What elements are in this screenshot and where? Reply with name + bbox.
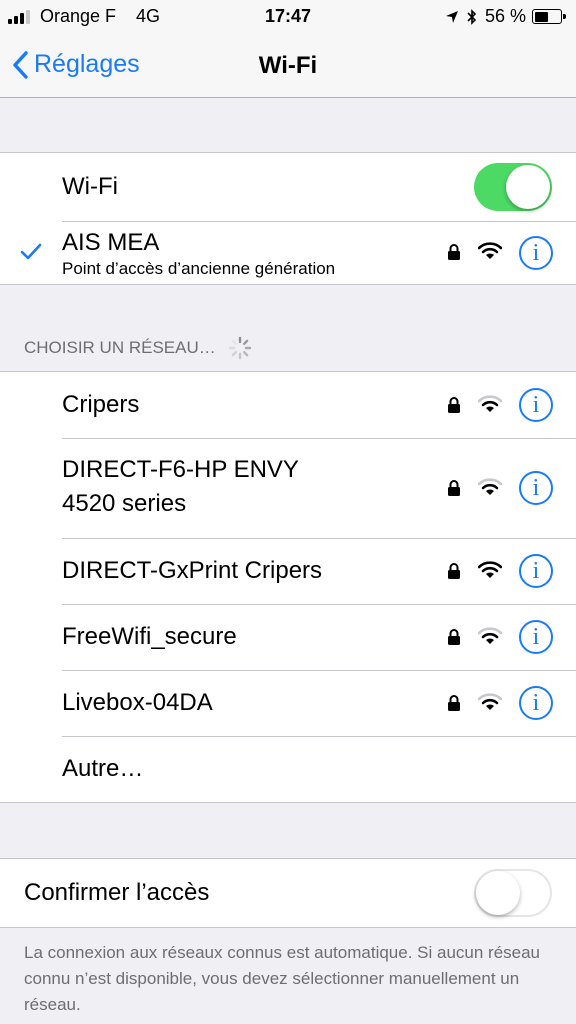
info-icon[interactable]: i [519, 554, 553, 588]
ask-to-join-row: Confirmer l’accès [0, 859, 576, 927]
wifi-toggle-row: Wi-Fi [0, 153, 576, 221]
wifi-signal-icon [478, 627, 502, 644]
other-network-label: Autre… [62, 755, 144, 782]
lock-icon [448, 244, 460, 260]
bluetooth-icon [467, 8, 477, 25]
wifi-toggle[interactable] [474, 163, 552, 211]
network-name: FreeWifi_secure [62, 623, 237, 650]
network-row-direct-f6-hp[interactable]: DIRECT-F6-HP ENVY 4520 series i [0, 438, 576, 538]
network-name-line2: 4520 series [62, 490, 187, 517]
networks-header-label: CHOISIR UN RÉSEAU… [24, 338, 216, 357]
navigation-bar: Réglages Wi-Fi [0, 34, 576, 98]
info-icon[interactable]: i [519, 686, 553, 720]
lock-icon [448, 695, 460, 711]
network-row-livebox-04da[interactable]: Livebox-04DA i [0, 670, 576, 736]
battery-percent: 56 % [484, 6, 526, 26]
wifi-signal-icon [478, 693, 502, 710]
network-row-other[interactable]: Autre… [0, 736, 576, 802]
network-name: Livebox-04DA [62, 689, 213, 716]
wifi-group: Wi-Fi AIS MEA Point d’accès d’ancienne g… [0, 152, 576, 285]
status-bar: Orange F 4G 17:47 56 % [0, 0, 576, 34]
network-row-freewifi-secure[interactable]: FreeWifi_secure i [0, 604, 576, 670]
network-row-direct-gxprint[interactable]: DIRECT-GxPrint Cripers i [0, 538, 576, 604]
wifi-signal-icon [478, 242, 502, 259]
info-icon[interactable]: i [519, 471, 553, 505]
checkmark-icon [20, 243, 42, 260]
ask-to-join-label: Confirmer l’accès [24, 879, 210, 906]
network-row-cripers[interactable]: Cripers i [0, 372, 576, 438]
wifi-signal-icon [478, 561, 502, 578]
network-name-line1: DIRECT-F6-HP ENVY [62, 456, 299, 483]
wifi-signal-icon [478, 478, 502, 495]
network-name: DIRECT-GxPrint Cripers [62, 557, 323, 584]
current-network-subtitle: Point d’accès d’ancienne génération [62, 259, 336, 278]
status-right: 56 % [445, 6, 566, 27]
networks-section-header: CHOISIR UN RÉSEAU… [24, 336, 252, 360]
wifi-label: Wi-Fi [62, 173, 118, 200]
wifi-signal-icon [478, 395, 502, 412]
lock-icon [448, 480, 460, 496]
networks-list: Cripers i DIRECT-F6-HP ENVY 4520 series … [0, 371, 576, 803]
lock-icon [448, 629, 460, 645]
info-icon[interactable]: i [519, 236, 553, 270]
ask-to-join-toggle[interactable] [474, 869, 552, 917]
info-icon[interactable]: i [519, 620, 553, 654]
lock-icon [448, 563, 460, 579]
current-network-row[interactable]: AIS MEA Point d’accès d’ancienne générat… [0, 221, 576, 285]
footer-explanation: La connexion aux réseaux connus est auto… [24, 943, 541, 1014]
loading-spinner-icon [228, 336, 251, 360]
location-arrow-icon [445, 10, 458, 23]
network-name: Cripers [62, 391, 140, 418]
info-icon[interactable]: i [519, 388, 553, 422]
page-title: Wi-Fi [258, 52, 318, 79]
ask-to-join-group: Confirmer l’accès [0, 858, 576, 928]
current-network-name: AIS MEA [62, 229, 160, 256]
lock-icon [448, 397, 460, 413]
battery-icon [532, 9, 566, 24]
